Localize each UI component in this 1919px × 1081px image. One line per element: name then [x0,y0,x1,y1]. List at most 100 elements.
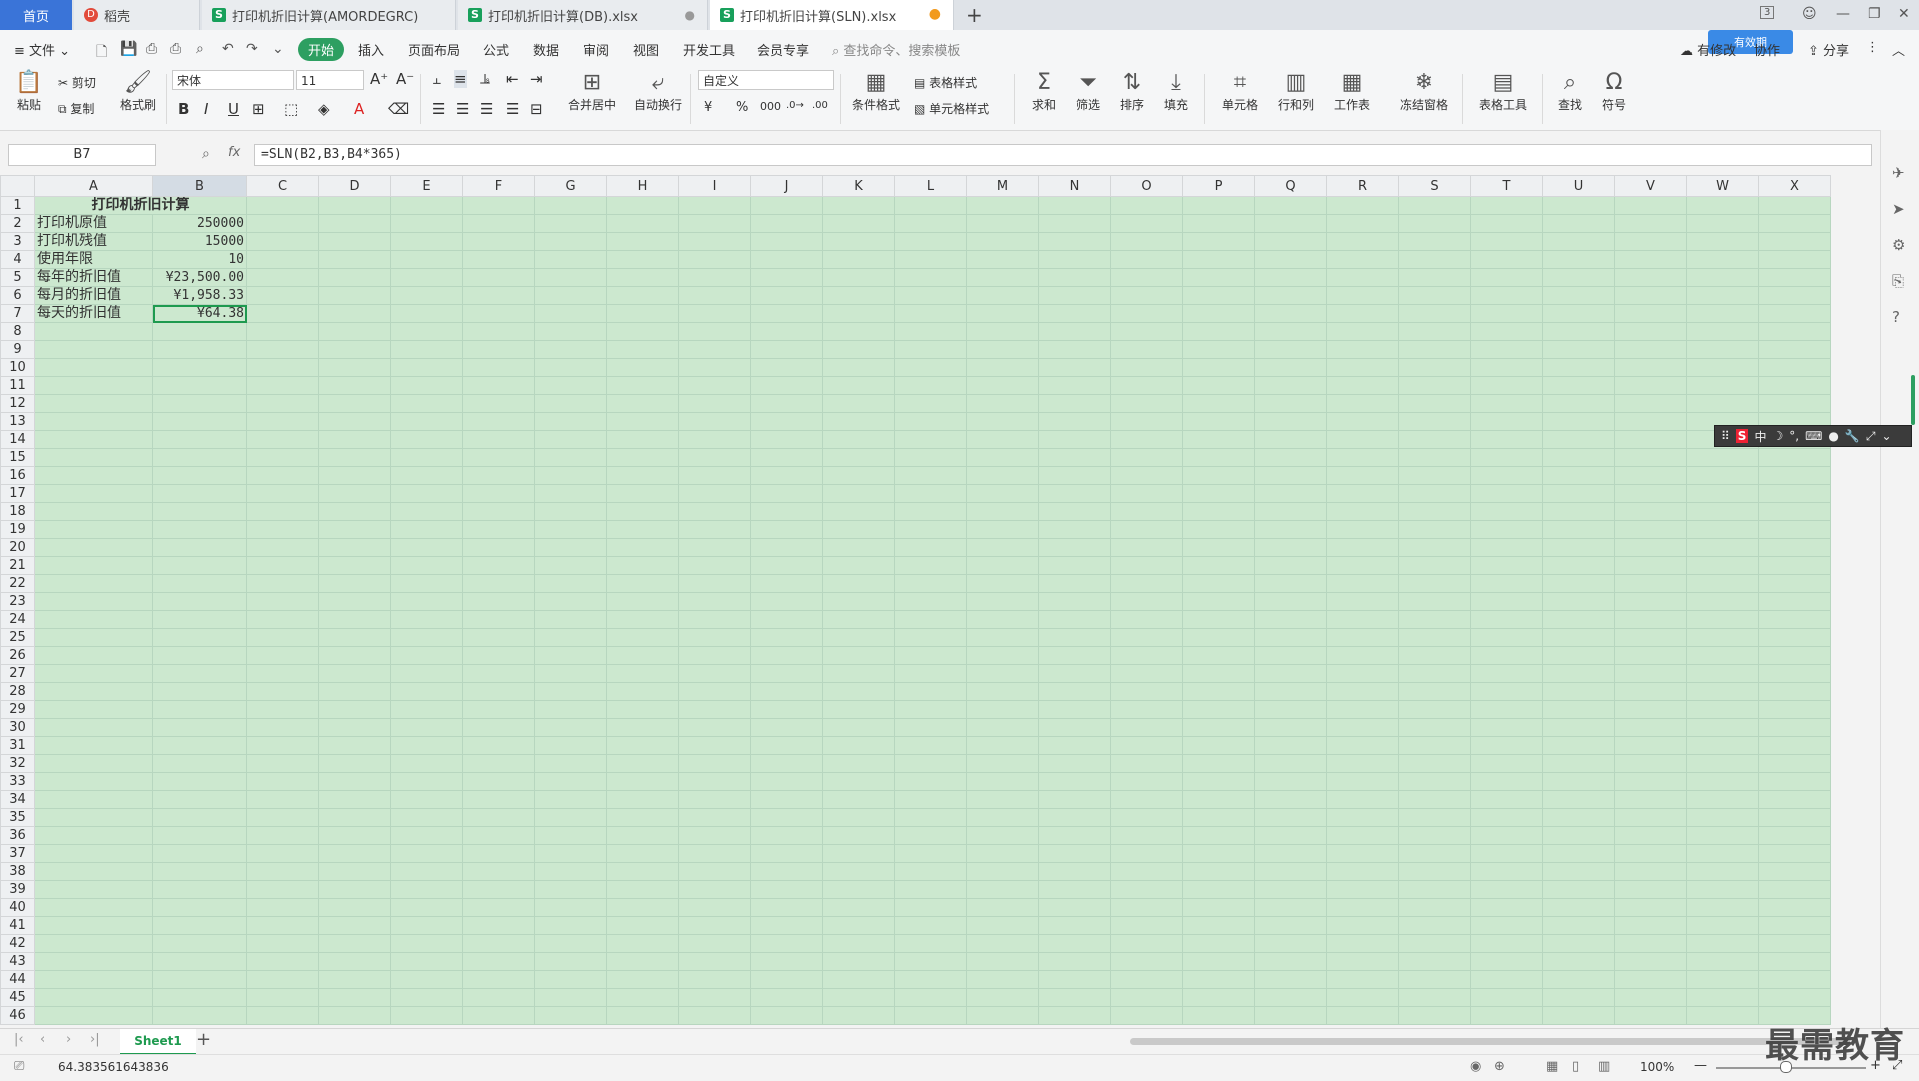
cell-v46[interactable] [1614,1006,1687,1025]
cell-u42[interactable] [1542,934,1615,953]
cell-v6[interactable] [1614,286,1687,305]
cell-k7[interactable] [822,304,895,323]
row-header-2[interactable]: 2 [0,214,35,233]
cell-g2[interactable] [534,214,607,233]
cell-g7[interactable] [534,304,607,323]
cell-i13[interactable] [678,412,751,431]
cell-k35[interactable] [822,808,895,827]
cell-f1[interactable] [462,196,535,215]
zoom-level[interactable]: 100% [1640,1060,1674,1074]
cell-r34[interactable] [1326,790,1399,809]
row-header-40[interactable]: 40 [0,898,35,917]
cell-x22[interactable] [1758,574,1831,593]
cell-e36[interactable] [390,826,463,845]
cell-e19[interactable] [390,520,463,539]
cell-a41[interactable] [34,916,153,935]
cell-a4[interactable]: 使用年限 [34,250,153,269]
cell-w38[interactable] [1686,862,1759,881]
menu-formula[interactable]: 公式 [483,40,509,59]
cell-c26[interactable] [246,646,319,665]
cell-d7[interactable] [318,304,391,323]
cell-s42[interactable] [1398,934,1471,953]
cell-u5[interactable] [1542,268,1615,287]
cell-h20[interactable] [606,538,679,557]
cell-c28[interactable] [246,682,319,701]
cell-u4[interactable] [1542,250,1615,269]
cell-h28[interactable] [606,682,679,701]
cell-k41[interactable] [822,916,895,935]
cell-w44[interactable] [1686,970,1759,989]
cell-k5[interactable] [822,268,895,287]
cell-a16[interactable] [34,466,153,485]
cell-e1[interactable] [390,196,463,215]
cell-x17[interactable] [1758,484,1831,503]
cell-c20[interactable] [246,538,319,557]
row-header-4[interactable]: 4 [0,250,35,269]
cell-p35[interactable] [1182,808,1255,827]
cell-w27[interactable] [1686,664,1759,683]
cell-r42[interactable] [1326,934,1399,953]
cell-t21[interactable] [1470,556,1543,575]
cell-t46[interactable] [1470,1006,1543,1025]
menu-view[interactable]: 视图 [633,40,659,59]
cell-t33[interactable] [1470,772,1543,791]
cell-b8[interactable] [152,322,247,341]
cell-r4[interactable] [1326,250,1399,269]
cell-f2[interactable] [462,214,535,233]
cell-i12[interactable] [678,394,751,413]
cell-q44[interactable] [1254,970,1327,989]
cell-x37[interactable] [1758,844,1831,863]
cell-r29[interactable] [1326,700,1399,719]
cell-b17[interactable] [152,484,247,503]
cell-g18[interactable] [534,502,607,521]
column-header-w[interactable]: W [1686,175,1759,197]
cell-a38[interactable] [34,862,153,881]
cell-a8[interactable] [34,322,153,341]
cell-m43[interactable] [966,952,1039,971]
redo-icon[interactable]: ↷ [246,41,258,57]
print-icon[interactable]: ⎙ [170,41,181,57]
cell-l10[interactable] [894,358,967,377]
new-tab-button[interactable]: + [962,0,992,30]
cell-w21[interactable] [1686,556,1759,575]
cell-g10[interactable] [534,358,607,377]
cell-u44[interactable] [1542,970,1615,989]
cell-o17[interactable] [1110,484,1183,503]
cell-r36[interactable] [1326,826,1399,845]
cell-g38[interactable] [534,862,607,881]
cell-x12[interactable] [1758,394,1831,413]
cell-p19[interactable] [1182,520,1255,539]
cell-w32[interactable] [1686,754,1759,773]
page-break-icon[interactable]: ▥ [1598,1059,1610,1074]
row-header-29[interactable]: 29 [0,700,35,719]
cell-p13[interactable] [1182,412,1255,431]
cell-o31[interactable] [1110,736,1183,755]
cell-b24[interactable] [152,610,247,629]
cell-c10[interactable] [246,358,319,377]
cell-a26[interactable] [34,646,153,665]
cell-v14[interactable] [1614,430,1687,449]
cell-p38[interactable] [1182,862,1255,881]
cell-m10[interactable] [966,358,1039,377]
cell-v38[interactable] [1614,862,1687,881]
cell-p36[interactable] [1182,826,1255,845]
cell-t5[interactable] [1470,268,1543,287]
cell-h19[interactable] [606,520,679,539]
cell-n38[interactable] [1038,862,1111,881]
cell-c41[interactable] [246,916,319,935]
cell-m15[interactable] [966,448,1039,467]
cell-h25[interactable] [606,628,679,647]
cell-o40[interactable] [1110,898,1183,917]
cell-e43[interactable] [390,952,463,971]
cell-a46[interactable] [34,1006,153,1025]
select-all-corner[interactable] [0,175,35,197]
cell-v41[interactable] [1614,916,1687,935]
cell-j11[interactable] [750,376,823,395]
cell-x24[interactable] [1758,610,1831,629]
cell-g41[interactable] [534,916,607,935]
cell-n8[interactable] [1038,322,1111,341]
align-center-icon[interactable]: ☰ [456,100,469,118]
cell-a17[interactable] [34,484,153,503]
cell-n32[interactable] [1038,754,1111,773]
cell-h16[interactable] [606,466,679,485]
